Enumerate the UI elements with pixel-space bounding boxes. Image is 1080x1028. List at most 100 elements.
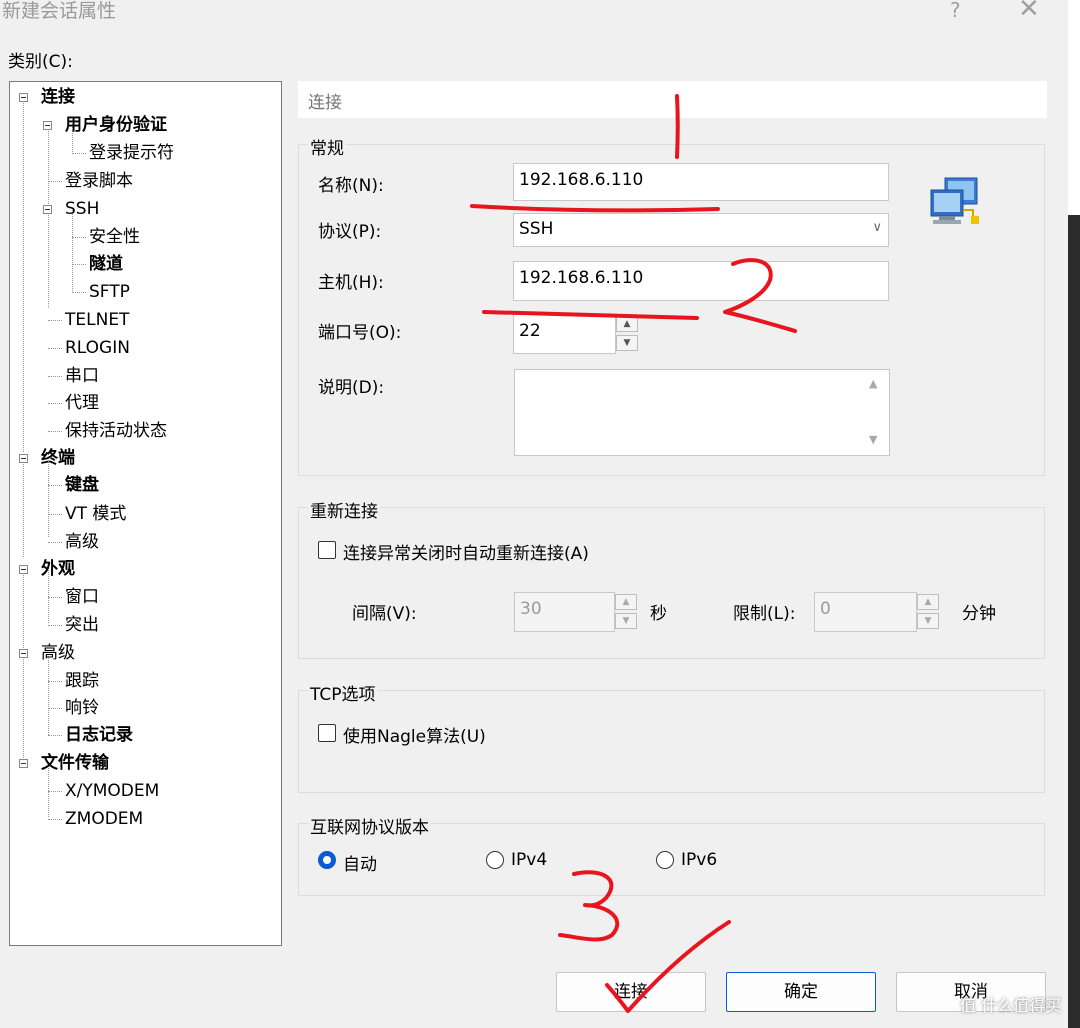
connect-button[interactable]: 连接 [556,972,706,1012]
interval-label: 间隔(V): [352,604,417,624]
protocol-value: SSH [519,219,554,239]
tree-item[interactable]: 外观 [41,558,75,580]
tree-item[interactable]: 代理 [65,392,99,414]
nagle-label: 使用Nagle算法(U) [343,727,486,747]
spin-down-icon[interactable]: ▼ [917,613,939,629]
tree-connector [48,708,62,709]
description-textarea[interactable] [514,369,890,456]
tree-collapse-icon[interactable] [19,454,28,463]
limit-input[interactable]: 0 [814,592,917,632]
reconnect-group-title: 重新连接 [308,497,380,522]
name-input[interactable]: 192.168.6.110 [513,163,889,201]
tree-item[interactable]: 隧道 [89,253,123,275]
tree-connector [72,153,86,154]
tree-connector [48,431,62,432]
tree-item[interactable]: 保持活动状态 [65,420,167,442]
spin-down-icon[interactable]: ▼ [616,335,638,351]
tree-item[interactable]: 高级 [65,531,99,553]
tree-connector [23,457,24,557]
tree-item[interactable]: 终端 [41,447,75,469]
tree-collapse-icon[interactable] [43,121,52,130]
tree-item[interactable]: 高级 [41,642,75,664]
category-tree[interactable]: 连接用户身份验证登录提示符登录脚本 SSH 安全性隧道 SFTP TELNET RLOGI… [9,81,282,946]
ipv6-label: IPv6 [681,850,718,870]
tree-connector [23,96,24,452]
tree-item[interactable]: 连接 [41,86,75,108]
ip-auto-radio[interactable] [318,851,336,869]
port-label: 端口号(O): [318,323,402,343]
spin-up-icon[interactable]: ▲ [615,594,637,610]
watermark: 值 什么值得买 [960,996,1062,1015]
tree-item[interactable]: 用户身份验证 [65,114,167,136]
nagle-checkbox[interactable] [318,724,336,742]
tree-item[interactable]: ZMODEM [65,808,143,830]
tree-item[interactable]: 跟踪 [65,670,99,692]
tree-item[interactable]: 安全性 [89,226,140,248]
tree-collapse-icon[interactable] [19,93,28,102]
tree-item[interactable]: SSH [65,198,99,220]
interval-unit: 秒 [650,604,667,624]
tree-item[interactable]: 日志记录 [65,724,133,746]
port-input[interactable]: 22 [513,314,616,354]
tcp-group-title: TCP选项 [308,680,378,705]
limit-label: 限制(L): [733,604,796,624]
tree-connector [72,208,73,291]
auto-reconnect-checkbox[interactable] [318,541,336,559]
ok-button[interactable]: 确定 [726,972,876,1012]
tree-item[interactable]: 键盘 [65,474,99,496]
protocol-label: 协议(P): [318,222,382,242]
tree-item[interactable]: TELNET [65,309,129,331]
tree-connector [48,320,62,321]
tree-connector [72,237,86,238]
ip-version-group-title: 互联网协议版本 [308,813,431,838]
close-button[interactable]: ✕ [1018,0,1040,24]
tree-collapse-icon[interactable] [19,759,28,768]
tree-collapse-icon[interactable] [19,565,28,574]
tree-item[interactable]: X/YMODEM [65,780,159,802]
tree-connector [48,819,62,820]
scroll-down-icon[interactable]: ▼ [869,433,877,446]
tree-collapse-icon[interactable] [19,649,28,658]
help-button[interactable]: ? [950,0,961,22]
tree-item[interactable]: RLOGIN [65,337,130,359]
interval-input[interactable]: 30 [514,592,615,632]
tree-item[interactable]: 突出 [65,614,99,636]
spin-up-icon[interactable]: ▲ [917,594,939,610]
ip-auto-label: 自动 [343,855,377,875]
tree-connector [48,403,62,404]
tree-collapse-icon[interactable] [43,205,52,214]
tree-item[interactable]: VT 模式 [65,503,126,525]
tree-connector [48,457,49,537]
tree-item[interactable]: 串口 [65,365,99,387]
host-input[interactable]: 192.168.6.110 [513,261,889,301]
ipv4-radio[interactable] [486,851,504,869]
spin-down-icon[interactable]: ▼ [615,613,637,629]
tree-connector [48,348,62,349]
auto-reconnect-label: 连接异常关闭时自动重新连接(A) [343,544,589,564]
reconnect-group [298,507,1045,659]
tree-connector [72,264,86,265]
tree-connector [72,292,86,293]
page-title: 连接 [298,81,1047,118]
tree-connector [48,597,62,598]
tree-connector [48,124,49,308]
tree-item[interactable]: 登录脚本 [65,170,133,192]
tree-connector [48,376,62,377]
tree-item[interactable]: 登录提示符 [89,142,174,164]
protocol-select[interactable]: SSH ∨ [513,213,889,247]
spin-up-icon[interactable]: ▲ [616,316,638,332]
limit-unit: 分钟 [962,604,996,624]
category-label: 类别(C): [8,52,73,72]
ipv4-label: IPv4 [511,850,548,870]
tree-connector [48,514,62,515]
ipv6-radio[interactable] [656,851,674,869]
tree-item[interactable]: 文件传输 [41,752,109,774]
tree-connector [48,681,62,682]
scroll-up-icon[interactable]: ▲ [869,377,877,390]
tree-item[interactable]: SFTP [89,281,130,303]
tree-item[interactable]: 响铃 [65,697,99,719]
tree-connector [48,542,62,543]
tree-connector [48,791,62,792]
tree-connector [48,625,62,626]
tree-item[interactable]: 窗口 [65,586,99,608]
